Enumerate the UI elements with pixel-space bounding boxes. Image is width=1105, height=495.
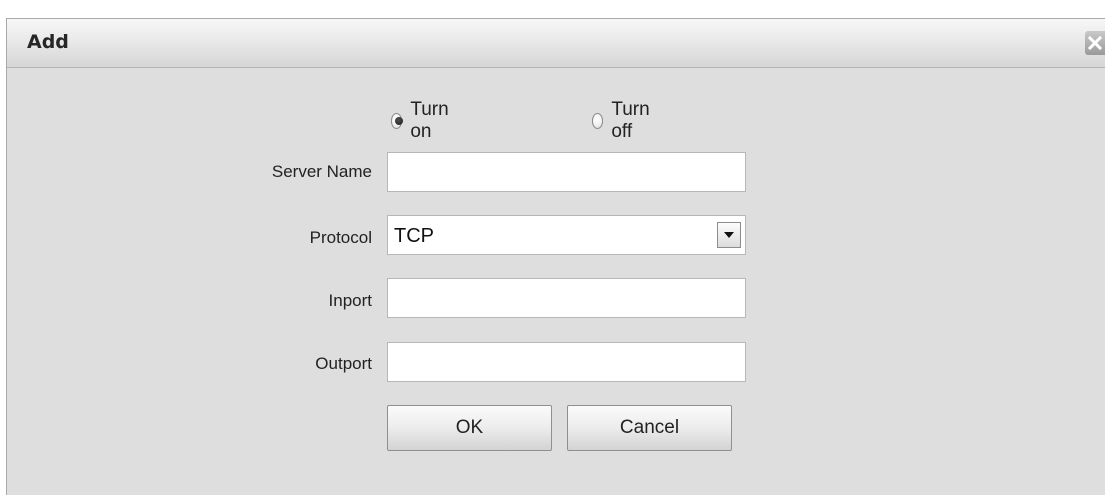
outport-field[interactable] <box>387 342 746 382</box>
protocol-dropdown-button[interactable] <box>717 222 741 248</box>
ok-button[interactable]: OK <box>387 405 552 451</box>
close-button[interactable] <box>1085 31 1105 55</box>
protocol-select[interactable]: TCP <box>387 215 746 255</box>
cancel-button[interactable]: Cancel <box>567 405 732 451</box>
outport-label: Outport <box>315 354 372 373</box>
add-dialog: Add Turn on Turn off Server Name Protoco… <box>6 18 1105 495</box>
inport-field[interactable] <box>387 278 746 318</box>
turn-off-radio[interactable]: Turn off <box>592 99 654 143</box>
server-name-field[interactable] <box>387 152 746 192</box>
turn-off-label: Turn off <box>611 99 650 142</box>
radio-unchecked-icon <box>592 113 604 129</box>
chevron-down-icon <box>724 232 734 238</box>
radio-checked-icon <box>391 113 404 129</box>
server-name-label: Server Name <box>271 162 372 181</box>
turn-on-label: Turn on <box>410 99 449 142</box>
dialog-title: Add <box>27 31 69 53</box>
close-icon <box>1088 36 1102 50</box>
inport-label: Inport <box>328 291 372 310</box>
protocol-selected-value: TCP <box>394 225 434 247</box>
protocol-label: Protocol <box>309 228 372 247</box>
turn-on-radio[interactable]: Turn on <box>391 99 453 143</box>
inport-input[interactable] <box>388 279 745 317</box>
outport-input[interactable] <box>388 343 745 381</box>
server-name-input[interactable] <box>388 153 745 191</box>
dialog-titlebar: Add <box>7 19 1105 68</box>
